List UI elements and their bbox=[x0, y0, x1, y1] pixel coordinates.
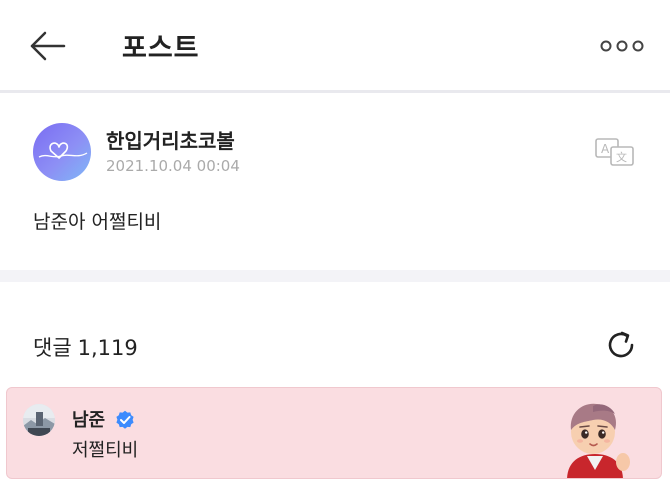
comment-text: 저쩔티비 bbox=[72, 440, 139, 461]
refresh-icon bbox=[608, 331, 634, 358]
comments-count: 1,119 bbox=[77, 336, 138, 360]
translate-icon: A 文 bbox=[595, 138, 634, 166]
top-app-bar: 포스트 bbox=[0, 0, 670, 90]
author-name[interactable]: 한입거리초코볼 bbox=[106, 125, 235, 154]
arrow-left-icon bbox=[30, 31, 66, 61]
comments-label-text: 댓글 bbox=[33, 336, 72, 360]
refresh-button[interactable] bbox=[604, 328, 638, 362]
verified-badge-icon bbox=[115, 410, 135, 430]
translate-button[interactable]: A 文 bbox=[594, 137, 636, 167]
page-title: 포스트 bbox=[122, 33, 200, 64]
comment-avatar[interactable] bbox=[23, 404, 55, 436]
character-sticker bbox=[553, 396, 637, 478]
comments-header: 댓글 1,119 bbox=[0, 282, 670, 382]
more-dots-icon bbox=[600, 40, 644, 52]
author-avatar[interactable] bbox=[33, 123, 91, 181]
post-timestamp: 2021.10.04 00:04 bbox=[106, 157, 240, 175]
comment-author-name[interactable]: 남준 bbox=[72, 406, 105, 432]
comment-item[interactable]: 남준 저쩔티비 bbox=[6, 387, 662, 479]
more-options-button[interactable] bbox=[600, 36, 644, 56]
svg-text:文: 文 bbox=[616, 150, 627, 164]
svg-text:A: A bbox=[601, 142, 610, 156]
section-separator bbox=[0, 270, 670, 282]
back-button[interactable] bbox=[28, 26, 68, 66]
post-card: 한입거리초코볼 2021.10.04 00:04 A 文 남준아 어쩔티비 bbox=[0, 93, 670, 270]
post-body-text: 남준아 어쩔티비 bbox=[33, 211, 162, 233]
comments-count-label: 댓글 1,119 bbox=[33, 332, 138, 362]
